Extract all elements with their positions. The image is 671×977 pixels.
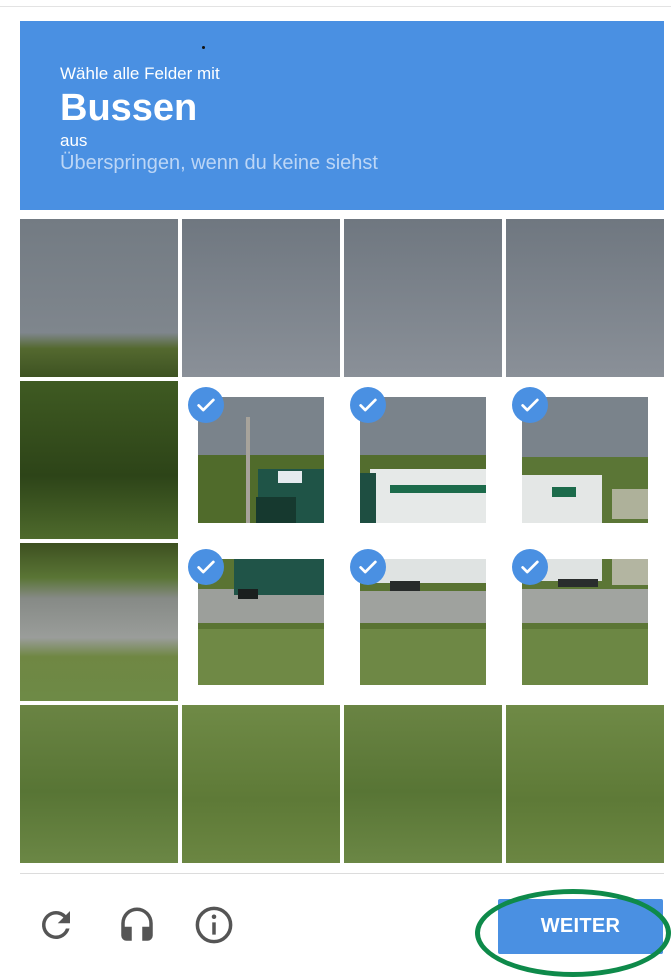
- image-grid: [20, 219, 664, 863]
- grid-tile-selected[interactable]: [344, 543, 502, 701]
- tile-image: [506, 219, 664, 377]
- info-icon[interactable]: [193, 904, 235, 946]
- submit-button[interactable]: WEITER: [498, 899, 663, 954]
- grid-tile[interactable]: [182, 219, 340, 377]
- check-icon: [350, 549, 386, 585]
- grid-tile[interactable]: [506, 219, 664, 377]
- grid-tile-selected[interactable]: [182, 381, 340, 539]
- check-icon: [188, 387, 224, 423]
- footer-bar: WEITER: [0, 874, 671, 972]
- challenge-header: Wähle alle Felder mit Bussen aus Überspr…: [20, 21, 664, 210]
- tile-image: [344, 705, 502, 863]
- grid-tile[interactable]: [344, 705, 502, 863]
- target-object: Bussen: [60, 87, 198, 129]
- skip-hint: Überspringen, wenn du keine siehst: [60, 152, 378, 174]
- grid-tile-selected[interactable]: [344, 381, 502, 539]
- check-icon: [512, 549, 548, 585]
- grid-tile[interactable]: [20, 543, 178, 701]
- grid-tile[interactable]: [506, 705, 664, 863]
- tile-image: [506, 705, 664, 863]
- grid-tile[interactable]: [20, 219, 178, 377]
- grid-tile-selected[interactable]: [506, 543, 664, 701]
- instruction-line: Wähle alle Felder mit: [60, 64, 220, 83]
- tile-image: [182, 219, 340, 377]
- audio-icon[interactable]: [116, 904, 158, 946]
- reload-icon[interactable]: [35, 904, 77, 946]
- grid-tile[interactable]: [20, 705, 178, 863]
- grid-tile[interactable]: [182, 705, 340, 863]
- tile-image: [20, 381, 178, 539]
- header-dot: [202, 46, 205, 49]
- top-divider: [0, 6, 671, 7]
- check-icon: [188, 549, 224, 585]
- tile-image: [20, 219, 178, 377]
- check-icon: [350, 387, 386, 423]
- grid-tile[interactable]: [20, 381, 178, 539]
- tile-image: [20, 705, 178, 863]
- grid-tile-selected[interactable]: [182, 543, 340, 701]
- tile-image: [182, 705, 340, 863]
- grid-tile-selected[interactable]: [506, 381, 664, 539]
- grid-tile[interactable]: [344, 219, 502, 377]
- tile-image: [20, 543, 178, 701]
- tile-image: [344, 219, 502, 377]
- check-icon: [512, 387, 548, 423]
- instruction-suffix: aus: [60, 131, 88, 150]
